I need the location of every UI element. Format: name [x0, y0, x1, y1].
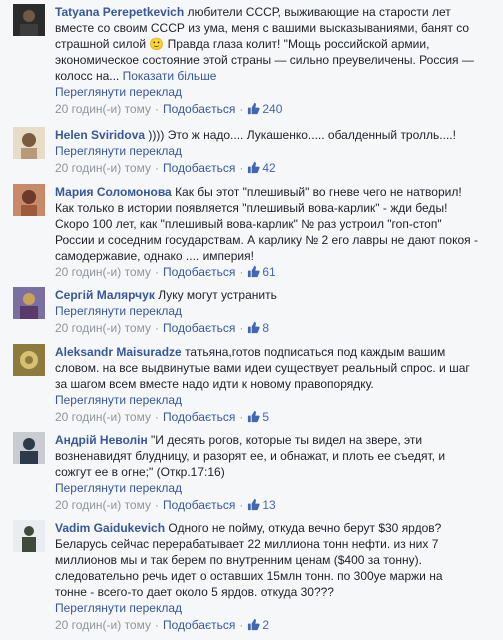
- like-link[interactable]: Подобається: [163, 161, 235, 175]
- show-more-link[interactable]: Показати більше: [123, 69, 217, 83]
- comment-meta: 20 годин(-и) тому · Подобається · 8: [55, 321, 270, 335]
- like-link[interactable]: Подобається: [163, 102, 235, 116]
- comment-line: следовательно речь идет о оставших 15млн…: [55, 569, 443, 583]
- thumbs-up-icon: [248, 498, 260, 511]
- like-count-value: 61: [262, 265, 276, 279]
- avatar[interactable]: [13, 127, 45, 159]
- like-link[interactable]: Подобається: [163, 498, 235, 512]
- comment-time[interactable]: 20 годин(-и) тому: [55, 618, 151, 632]
- comment-time[interactable]: 20 годин(-и) тому: [55, 265, 151, 279]
- comment-text: Aleksandr Maisuradze татьяна,готов подпи…: [55, 344, 495, 392]
- comment-time[interactable]: 20 годин(-и) тому: [55, 102, 151, 116]
- thumbs-up-icon: [248, 321, 260, 334]
- like-count[interactable]: 42: [247, 161, 276, 175]
- comment-line: )))) Это ж надо.... Лукашенко..... обалд…: [148, 128, 456, 142]
- comment-meta: 20 годин(-и) тому · Подобається · 13: [55, 498, 276, 512]
- comment-author[interactable]: Aleksandr Maisuradze: [55, 345, 182, 359]
- see-translation-link[interactable]: Переглянути переклад: [55, 601, 182, 615]
- comment-meta: 20 годин(-и) тому · Подобається · 240: [55, 102, 283, 116]
- comment-line: Скоро 100 лет, как "плешивый вова-карлик…: [55, 217, 442, 231]
- avatar[interactable]: [13, 344, 45, 376]
- comment-time[interactable]: 20 годин(-и) тому: [55, 498, 151, 512]
- comment-line: миллионов мы и так берем по внутренним ц…: [55, 553, 422, 567]
- like-count[interactable]: 240: [247, 102, 282, 116]
- comment-line: словом. на все выдвинутые вами идеи суще…: [55, 361, 470, 375]
- comment-line: Как бы этот "плешивый" во гневе чего не …: [175, 185, 462, 199]
- comment-meta: 20 годин(-и) тому · Подобається · 2: [55, 618, 270, 632]
- like-count-value: 5: [262, 410, 270, 424]
- comment-line: экономическое состояние этой страны — си…: [55, 53, 474, 67]
- comment-text: Сергій Малярчук Луку могут устранить: [55, 287, 495, 303]
- avatar[interactable]: [13, 184, 45, 216]
- comment-line: "И десять рогов, которые ты видел на зве…: [151, 433, 423, 447]
- comment-line: сожгут ее в огне;" (Откр.17:16): [55, 465, 225, 479]
- comment-text: Tatyana Perepetkevich любители СССР, выж…: [55, 4, 495, 84]
- like-link[interactable]: Подобається: [163, 410, 235, 424]
- like-link[interactable]: Подобається: [163, 618, 235, 632]
- comment-line: России и соседним государствам. А карлик…: [55, 233, 478, 247]
- thumbs-up-icon: [248, 265, 260, 278]
- see-translation-link[interactable]: Переглянути переклад: [55, 85, 182, 99]
- see-translation-link[interactable]: Переглянути переклад: [55, 393, 182, 407]
- comment-line: татьяна,готов подписаться под каждым ваш…: [185, 345, 446, 359]
- like-count[interactable]: 61: [247, 265, 276, 279]
- like-link[interactable]: Подобається: [163, 265, 235, 279]
- avatar[interactable]: [13, 287, 45, 319]
- comment-line: Луку могут устранить: [158, 288, 277, 302]
- like-count-value: 13: [262, 498, 276, 512]
- avatar[interactable]: [13, 432, 45, 464]
- comment-time[interactable]: 20 годин(-и) тому: [55, 321, 151, 335]
- like-count-value: 42: [262, 161, 276, 175]
- comment-meta: 20 годин(-и) тому · Подобається · 61: [55, 265, 276, 279]
- avatar[interactable]: [13, 520, 45, 552]
- like-count[interactable]: 8: [247, 321, 269, 335]
- thumbs-up-icon: [248, 102, 260, 115]
- comment-line: любители СССР, выживающие на старости ле…: [187, 5, 451, 19]
- comment-text: Мария Соломонова Как бы этот "плешивый" …: [55, 184, 495, 264]
- comment-text: Андрій Неволін "И десять рогов, которые …: [55, 432, 495, 480]
- comment-author[interactable]: Сергій Малярчук: [55, 288, 155, 302]
- comment-author[interactable]: Vadim Gaidukevich: [55, 521, 165, 535]
- comment-text: Vadim Gaidukevich Одного не пойму, откуд…: [55, 520, 495, 600]
- comment-feed: Tatyana Perepetkevich любители СССР, выж…: [0, 0, 503, 640]
- comment-line: Беларусь сейчас перерабатывает 22 миллио…: [55, 537, 439, 551]
- comment-line: страшной силой 🙂 Правда глаза колит! "Мо…: [55, 37, 430, 51]
- comment-line: Как только в истории появляется "плешивы…: [55, 201, 448, 215]
- like-count-value: 2: [262, 618, 270, 632]
- comment-author[interactable]: Tatyana Perepetkevich: [55, 5, 184, 19]
- comment-time[interactable]: 20 годин(-и) тому: [55, 410, 151, 424]
- like-count[interactable]: 13: [247, 498, 276, 512]
- comment-line: вместе со своим СССР из ума, меня с ваши…: [55, 21, 470, 35]
- comment-line: возненавидят блудницу, и разорят ее, и о…: [55, 449, 446, 463]
- comment-line: Одного не пойму, откуда вечно берут $30 …: [168, 521, 442, 535]
- like-count[interactable]: 2: [247, 618, 269, 632]
- thumbs-up-icon: [248, 161, 260, 174]
- see-translation-link[interactable]: Переглянути переклад: [55, 304, 182, 318]
- see-translation-link[interactable]: Переглянути переклад: [55, 481, 182, 495]
- like-link[interactable]: Подобається: [163, 321, 235, 335]
- see-translation-link[interactable]: Переглянути переклад: [55, 144, 182, 158]
- like-count[interactable]: 5: [247, 410, 269, 424]
- comment-line: самодержавие, однако .... империя!: [55, 249, 254, 263]
- comment-meta: 20 годин(-и) тому · Подобається · 5: [55, 410, 270, 424]
- thumbs-up-icon: [248, 410, 260, 423]
- like-count-value: 8: [262, 321, 270, 335]
- comment-author[interactable]: Андрій Неволін: [55, 433, 148, 447]
- comment-line: за шагом всем вместе надо идти к новому …: [55, 377, 374, 391]
- avatar[interactable]: [13, 4, 45, 36]
- comment-line: колосс на...: [55, 69, 120, 83]
- comment-meta: 20 годин(-и) тому · Подобається · 42: [55, 161, 276, 175]
- comment-time[interactable]: 20 годин(-и) тому: [55, 161, 151, 175]
- thumbs-up-icon: [248, 618, 260, 631]
- comment-text: Helen Sviridova )))) Это ж надо.... Лука…: [55, 127, 495, 143]
- comment-author[interactable]: Helen Sviridova: [55, 128, 145, 142]
- comment-author[interactable]: Мария Соломонова: [55, 185, 172, 199]
- comment-line: тонне - всего-то дает около 5 ярдов. отк…: [55, 585, 334, 599]
- like-count-value: 240: [262, 102, 283, 116]
